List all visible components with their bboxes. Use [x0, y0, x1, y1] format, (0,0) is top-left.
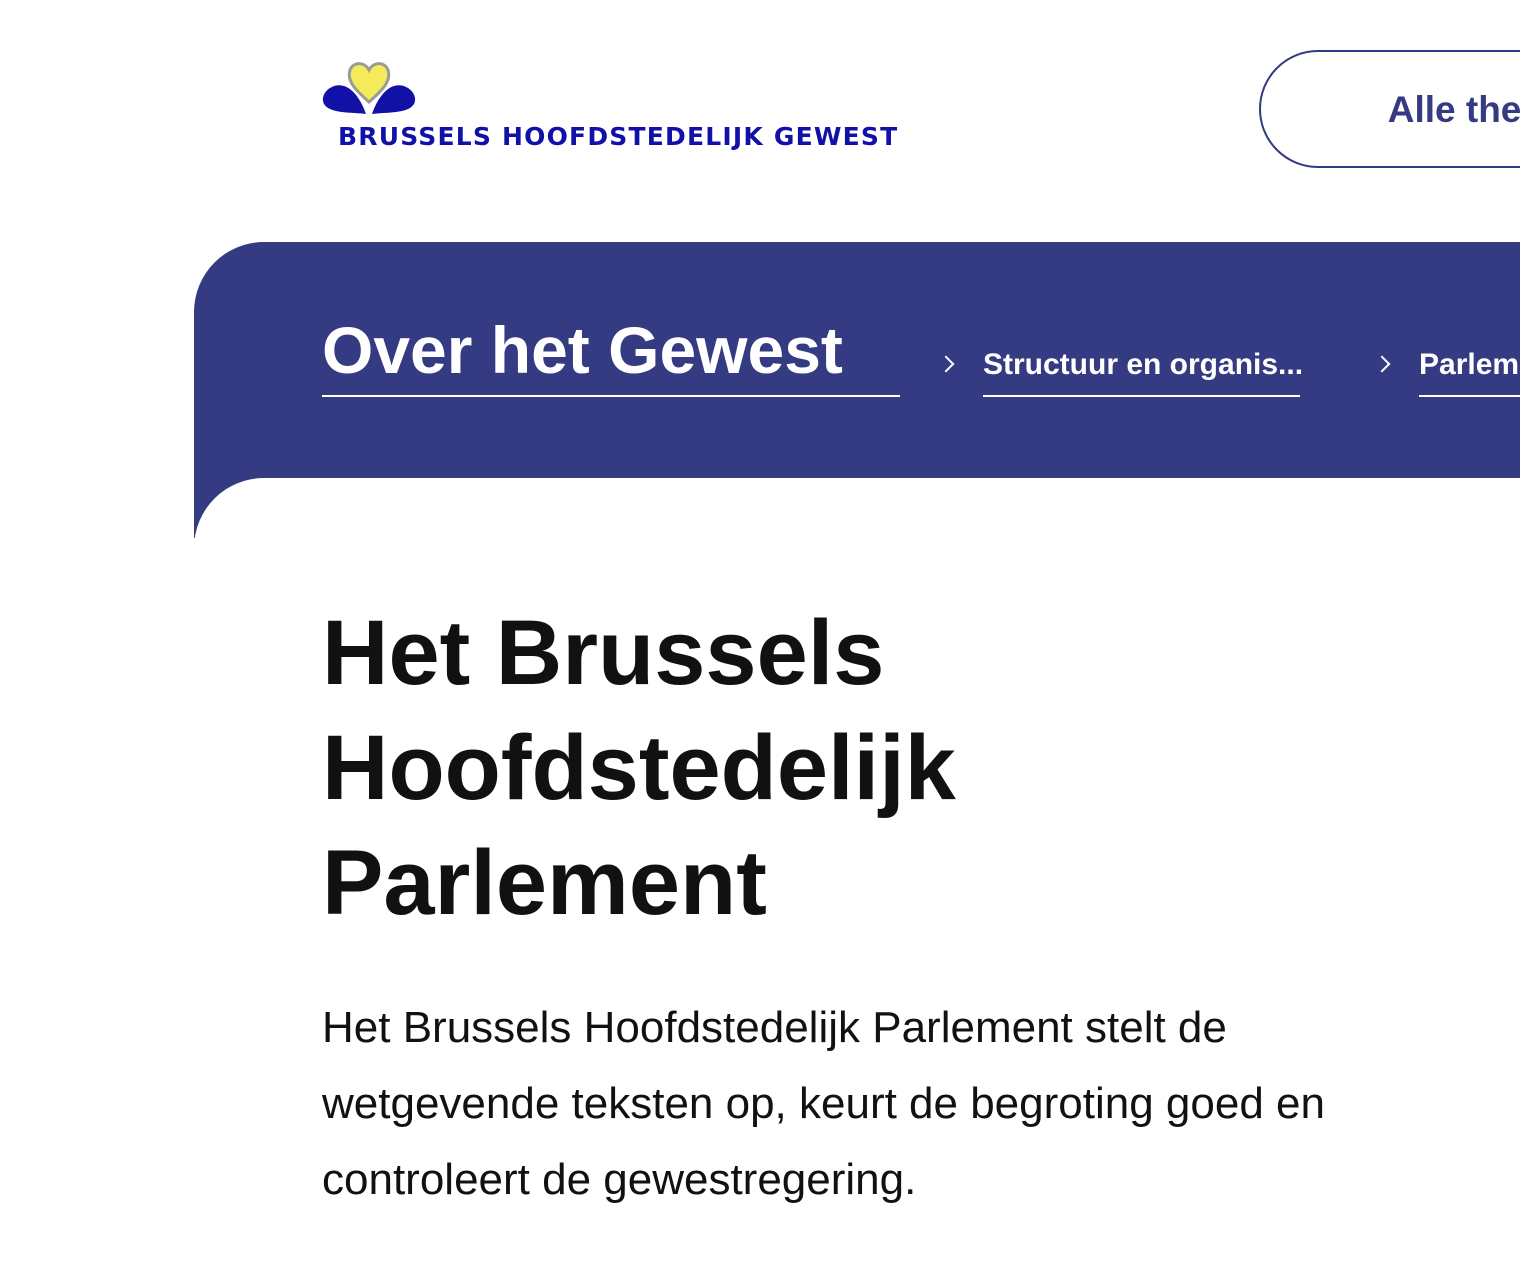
breadcrumb-item-structuur[interactable]: Structuur en organis... — [983, 345, 1303, 385]
breadcrumb-item-parlement[interactable]: Parlement — [1419, 345, 1520, 385]
breadcrumb-underline — [322, 395, 900, 397]
logo-text: BRUSSELS HOOFDSTEDELIJK GEWEST — [338, 122, 899, 151]
site-logo[interactable]: BRUSSELS HOOFDSTEDELIJK GEWEST — [322, 58, 922, 158]
brussels-logo-icon — [322, 62, 416, 114]
breadcrumb-underline — [1419, 395, 1520, 397]
breadcrumb-item-over-het-gewest[interactable]: Over het Gewest — [322, 310, 843, 390]
page-title: Het Brussels Hoofdstedelijk Parlement — [322, 602, 956, 934]
all-themes-button[interactable]: Alle thema's — [1259, 50, 1520, 168]
breadcrumb-underline — [983, 395, 1300, 397]
content-card-top — [194, 478, 1520, 558]
intro-paragraph: Het Brussels Hoofdstedelijk Parlement st… — [322, 1003, 1325, 1204]
page: BRUSSELS HOOFDSTEDELIJK GEWEST Alle them… — [0, 0, 1520, 1281]
